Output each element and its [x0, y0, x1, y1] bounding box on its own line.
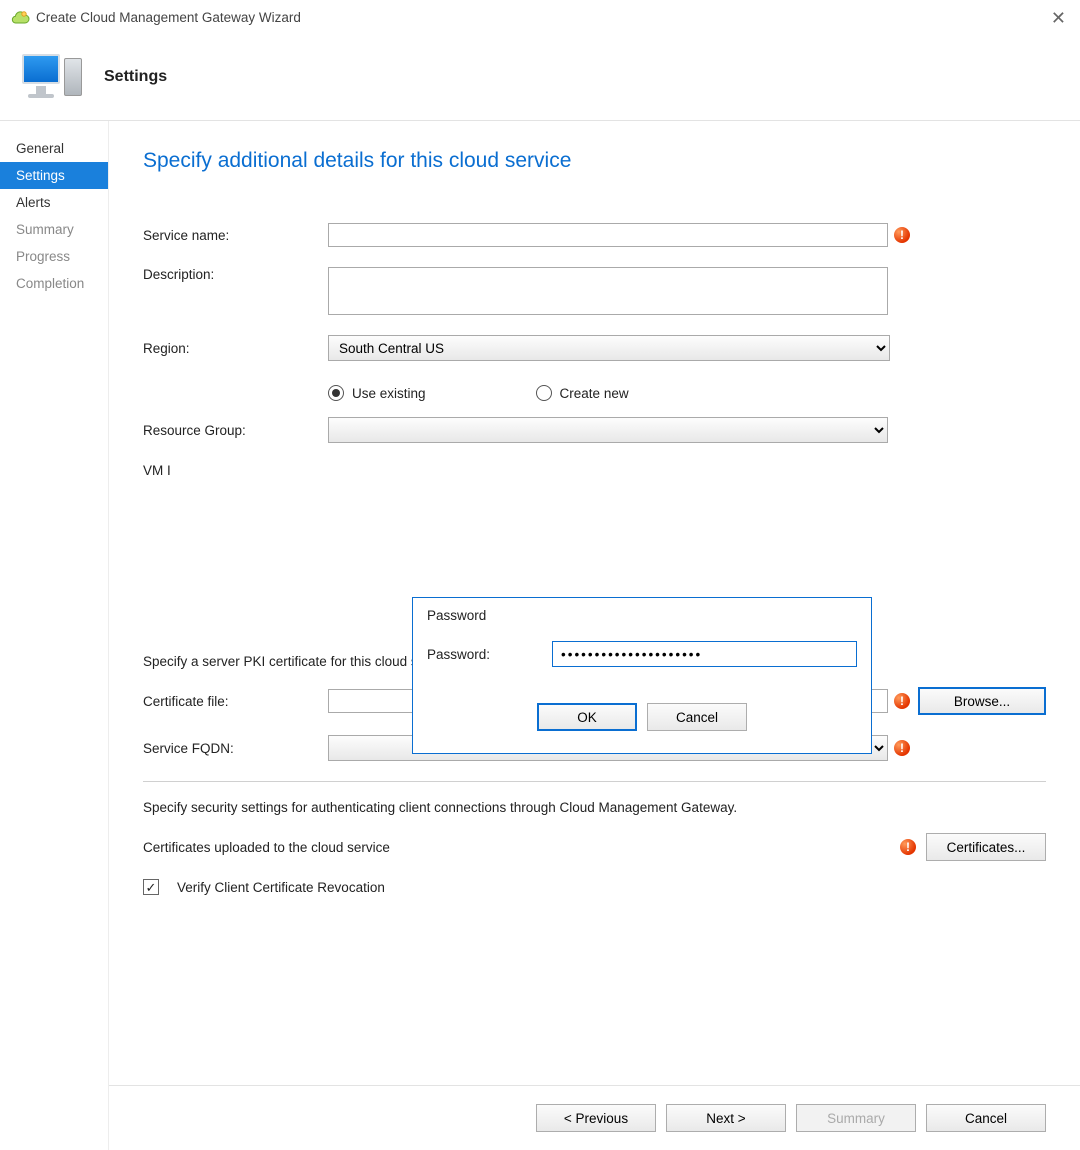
ok-button[interactable]: OK: [537, 703, 637, 731]
sidebar-item-completion[interactable]: Completion: [0, 270, 108, 297]
dialog-cancel-button[interactable]: Cancel: [647, 703, 747, 731]
radio-create-new[interactable]: Create new: [536, 385, 629, 401]
separator: [143, 781, 1046, 782]
certificate-file-label: Certificate file:: [143, 694, 328, 709]
security-text: Specify security settings for authentica…: [143, 800, 1046, 815]
close-icon[interactable]: ✕: [1051, 8, 1066, 29]
resource-group-label: Resource Group:: [143, 423, 328, 438]
sidebar-item-summary[interactable]: Summary: [0, 216, 108, 243]
description-input[interactable]: [328, 267, 888, 315]
next-button[interactable]: Next >: [666, 1104, 786, 1132]
sidebar-item-general[interactable]: General: [0, 135, 108, 162]
service-name-label: Service name:: [143, 228, 328, 243]
sidebar-item-progress[interactable]: Progress: [0, 243, 108, 270]
warn-icon: !: [900, 839, 916, 855]
radio-use-existing[interactable]: Use existing: [328, 385, 426, 401]
service-fqdn-label: Service FQDN:: [143, 741, 328, 756]
resource-group-select[interactable]: [328, 417, 888, 443]
sidebar-item-alerts[interactable]: Alerts: [0, 189, 108, 216]
wizard-footer: < Previous Next > Summary Cancel: [109, 1085, 1080, 1150]
header-title: Settings: [104, 68, 167, 86]
warn-icon: !: [894, 693, 910, 709]
wizard-body: General Settings Alerts Summary Progress…: [0, 120, 1080, 1150]
radio-icon: [328, 385, 344, 401]
wizard-window: Create Cloud Management Gateway Wizard ✕…: [0, 0, 1080, 1150]
service-name-input[interactable]: [328, 223, 888, 247]
wizard-main: Specify additional details for this clou…: [109, 121, 1080, 1150]
window-title: Create Cloud Management Gateway Wizard: [36, 10, 301, 25]
checkbox-icon: [143, 879, 159, 895]
browse-button[interactable]: Browse...: [918, 687, 1046, 715]
wizard-header: Settings: [0, 36, 1080, 120]
sidebar-item-settings[interactable]: Settings: [0, 162, 108, 189]
vm-instance-label: VM I: [143, 463, 183, 478]
resource-group-mode: Use existing Create new: [328, 385, 1046, 401]
password-dialog: Password Password: OK Cancel: [412, 597, 872, 754]
warn-icon: !: [894, 740, 910, 756]
certificates-button[interactable]: Certificates...: [926, 833, 1046, 861]
summary-button: Summary: [796, 1104, 916, 1132]
region-select[interactable]: South Central US: [328, 335, 890, 361]
verify-crl-checkbox[interactable]: Verify Client Certificate Revocation: [143, 879, 1046, 895]
cancel-button[interactable]: Cancel: [926, 1104, 1046, 1132]
warn-icon: !: [894, 227, 910, 243]
computer-icon: [22, 52, 82, 102]
dialog-title: Password: [413, 598, 871, 641]
password-label: Password:: [427, 647, 552, 662]
certs-uploaded-label: Certificates uploaded to the cloud servi…: [143, 840, 390, 855]
page-title: Specify additional details for this clou…: [143, 149, 1046, 173]
description-label: Description:: [143, 267, 328, 282]
previous-button[interactable]: < Previous: [536, 1104, 656, 1132]
region-label: Region:: [143, 341, 328, 356]
wizard-sidebar: General Settings Alerts Summary Progress…: [0, 121, 109, 1150]
cloud-icon: [10, 10, 30, 26]
password-input[interactable]: [552, 641, 857, 667]
titlebar: Create Cloud Management Gateway Wizard ✕: [0, 0, 1080, 36]
radio-icon: [536, 385, 552, 401]
